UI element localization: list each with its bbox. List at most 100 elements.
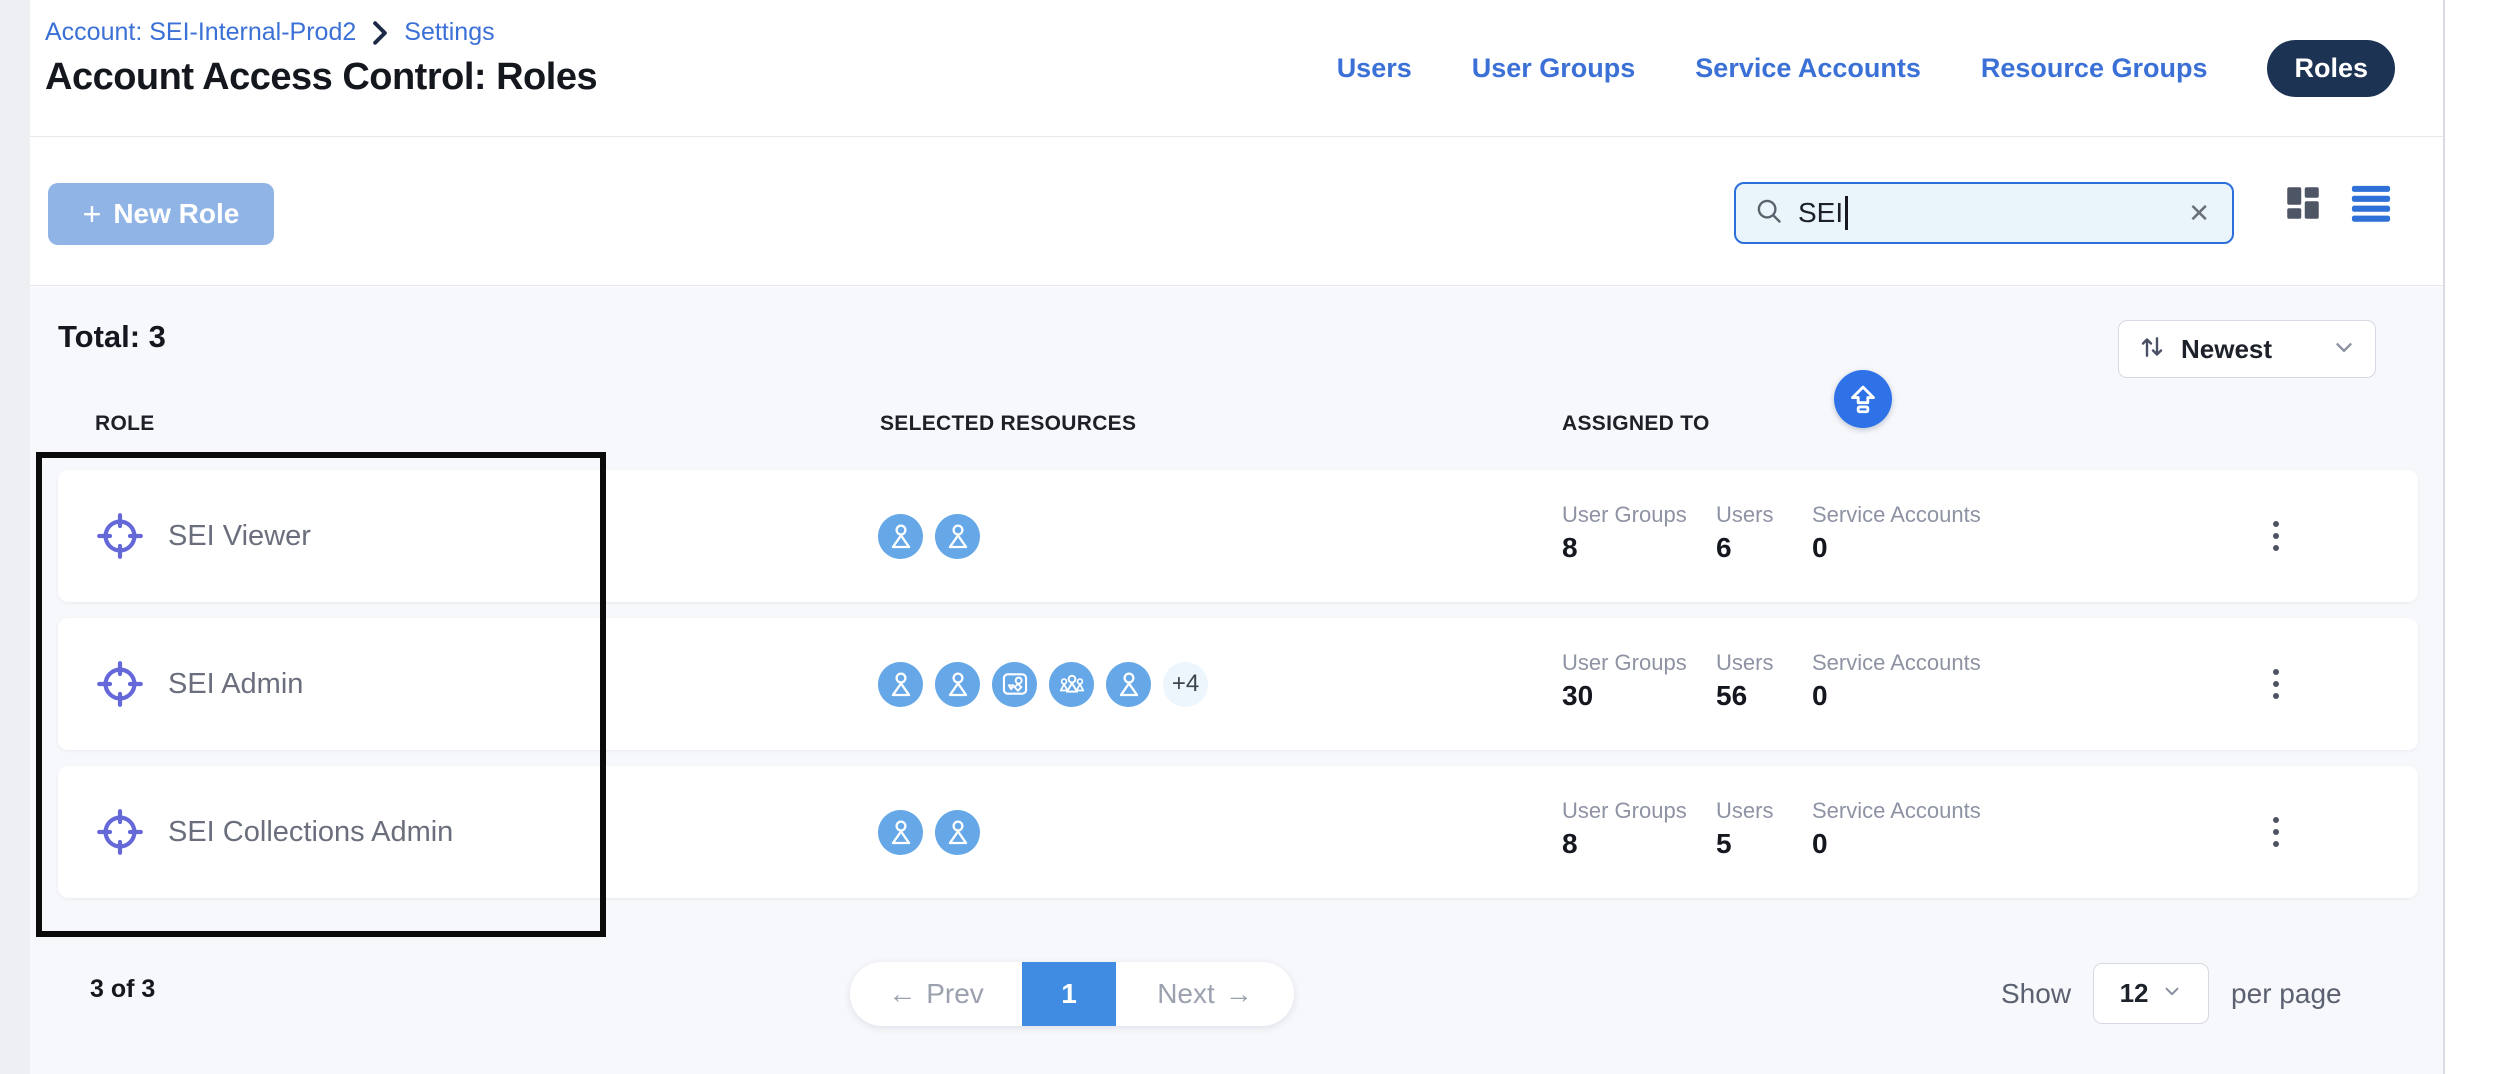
roles-list-panel: Total: 3 Newest ROLE SELECTED RESOURCES … bbox=[30, 287, 2443, 1074]
plus-icon: + bbox=[83, 198, 102, 230]
breadcrumb: Account: SEI-Internal-Prod2 Settings bbox=[45, 18, 495, 47]
arrow-left-icon: ← bbox=[888, 978, 916, 1010]
assigned-label: Users bbox=[1716, 650, 1773, 676]
roles-page: Account: SEI-Internal-Prod2 Settings Acc… bbox=[0, 0, 2520, 1074]
selected-resources-avatars bbox=[878, 470, 980, 602]
per-page-label: per page bbox=[2231, 978, 2342, 1010]
arrow-right-icon: → bbox=[1225, 978, 1253, 1010]
pagination: ← Prev 1 Next → bbox=[850, 962, 1294, 1026]
page-size-value: 12 bbox=[2120, 978, 2149, 1009]
page-size-control: Show 12 per page bbox=[2001, 963, 2342, 1024]
results-summary: 3 of 3 bbox=[90, 975, 155, 1004]
role-icon bbox=[96, 660, 144, 708]
prev-page-button[interactable]: ← Prev bbox=[850, 962, 1022, 1026]
chevron-right-icon bbox=[370, 20, 390, 46]
widgets-avatar-icon[interactable] bbox=[992, 662, 1037, 707]
more-resources-badge[interactable]: +4 bbox=[1163, 662, 1208, 707]
column-header-assigned-to: ASSIGNED TO bbox=[1562, 412, 1710, 436]
assigned-value: 0 bbox=[1812, 680, 1828, 712]
tab-service-accounts[interactable]: Service Accounts bbox=[1695, 53, 1921, 84]
assigned-value: 6 bbox=[1716, 532, 1732, 564]
next-page-button[interactable]: Next → bbox=[1116, 962, 1294, 1026]
role-row-sei-collections-admin[interactable]: SEI Collections Admin User Groups 8 User… bbox=[58, 766, 2418, 898]
user-avatar-icon[interactable] bbox=[1106, 662, 1151, 707]
search-input[interactable]: SEI ✕ bbox=[1734, 182, 2234, 244]
assigned-label: Users bbox=[1716, 798, 1773, 824]
role-name: SEI Viewer bbox=[168, 520, 311, 553]
breadcrumb-settings-link[interactable]: Settings bbox=[404, 18, 494, 47]
user-avatar-icon[interactable] bbox=[935, 662, 980, 707]
new-role-button[interactable]: + New Role bbox=[48, 183, 274, 245]
row-menu-kebab-icon[interactable] bbox=[2256, 766, 2296, 898]
assigned-label: Service Accounts bbox=[1812, 798, 1981, 824]
role-icon bbox=[96, 512, 144, 560]
panel-right-border bbox=[2443, 0, 2445, 1074]
tab-users[interactable]: Users bbox=[1337, 53, 1412, 84]
user-avatar-icon[interactable] bbox=[935, 810, 980, 855]
assigned-value: 30 bbox=[1562, 680, 1593, 712]
row-menu-kebab-icon[interactable] bbox=[2256, 470, 2296, 602]
sort-selected-value: Newest bbox=[2181, 334, 2272, 365]
list-view-icon bbox=[2348, 182, 2394, 224]
assigned-label: User Groups bbox=[1562, 798, 1687, 824]
page-header: Account: SEI-Internal-Prod2 Settings Acc… bbox=[30, 0, 2443, 137]
search-value: SEI bbox=[1798, 197, 1843, 229]
new-role-button-label: New Role bbox=[113, 198, 239, 230]
current-page-button[interactable]: 1 bbox=[1022, 962, 1116, 1026]
assigned-value: 5 bbox=[1716, 828, 1732, 860]
access-control-tabs: Users User Groups Service Accounts Resou… bbox=[1337, 40, 2395, 97]
tab-resource-groups[interactable]: Resource Groups bbox=[1981, 53, 2208, 84]
role-row-sei-viewer[interactable]: SEI Viewer User Groups 8 Users 6 Service… bbox=[58, 470, 2418, 602]
text-caret bbox=[1845, 196, 1848, 230]
user-avatar-icon[interactable] bbox=[878, 514, 923, 559]
tab-user-groups[interactable]: User Groups bbox=[1472, 53, 1636, 84]
chevron-down-icon bbox=[2161, 980, 2183, 1007]
total-count: Total: 3 bbox=[58, 319, 166, 355]
user-avatar-icon[interactable] bbox=[878, 810, 923, 855]
assigned-label: User Groups bbox=[1562, 650, 1687, 676]
list-view-button[interactable] bbox=[2348, 182, 2394, 227]
next-label: Next bbox=[1157, 978, 1215, 1010]
shift-key-badge bbox=[1834, 370, 1892, 428]
assigned-label: Service Accounts bbox=[1812, 650, 1981, 676]
assigned-value: 8 bbox=[1562, 828, 1578, 860]
search-clear-icon[interactable]: ✕ bbox=[2184, 198, 2214, 229]
page-size-select[interactable]: 12 bbox=[2093, 963, 2209, 1024]
toolbar: + New Role SEI ✕ bbox=[30, 138, 2443, 286]
page-title: Account Access Control: Roles bbox=[45, 56, 597, 99]
group-avatar-icon[interactable] bbox=[1049, 662, 1094, 707]
tab-roles[interactable]: Roles bbox=[2267, 40, 2395, 97]
role-identity: SEI Viewer bbox=[96, 470, 311, 602]
left-gutter bbox=[0, 0, 30, 1074]
search-icon bbox=[1754, 196, 1784, 231]
prev-label: Prev bbox=[926, 978, 984, 1010]
sort-icon bbox=[2137, 332, 2167, 367]
row-menu-kebab-icon[interactable] bbox=[2256, 618, 2296, 750]
assigned-label: Service Accounts bbox=[1812, 502, 1981, 528]
assigned-label: Users bbox=[1716, 502, 1773, 528]
grid-view-button[interactable] bbox=[2282, 182, 2324, 227]
sort-dropdown[interactable]: Newest bbox=[2118, 320, 2376, 378]
user-avatar-icon[interactable] bbox=[935, 514, 980, 559]
assigned-value: 8 bbox=[1562, 532, 1578, 564]
column-header-selected-resources: SELECTED RESOURCES bbox=[880, 412, 1136, 436]
selected-resources-avatars: +4 bbox=[878, 618, 1208, 750]
breadcrumb-account-link[interactable]: Account: SEI-Internal-Prod2 bbox=[45, 18, 356, 47]
role-row-sei-admin[interactable]: SEI Admin +4 User Groups 30 Users 56 Ser… bbox=[58, 618, 2418, 750]
column-header-role: ROLE bbox=[95, 412, 155, 436]
assigned-value: 0 bbox=[1812, 532, 1828, 564]
assigned-label: User Groups bbox=[1562, 502, 1687, 528]
role-icon bbox=[96, 808, 144, 856]
chevron-down-icon bbox=[2331, 334, 2357, 365]
role-identity: SEI Admin bbox=[96, 618, 303, 750]
shift-key-icon bbox=[1846, 382, 1880, 416]
selected-resources-avatars bbox=[878, 766, 980, 898]
grid-view-icon bbox=[2282, 182, 2324, 224]
role-name: SEI Collections Admin bbox=[168, 816, 453, 849]
assigned-value: 0 bbox=[1812, 828, 1828, 860]
show-label: Show bbox=[2001, 978, 2071, 1010]
assigned-value: 56 bbox=[1716, 680, 1747, 712]
user-avatar-icon[interactable] bbox=[878, 662, 923, 707]
role-name: SEI Admin bbox=[168, 668, 303, 701]
role-identity: SEI Collections Admin bbox=[96, 766, 453, 898]
